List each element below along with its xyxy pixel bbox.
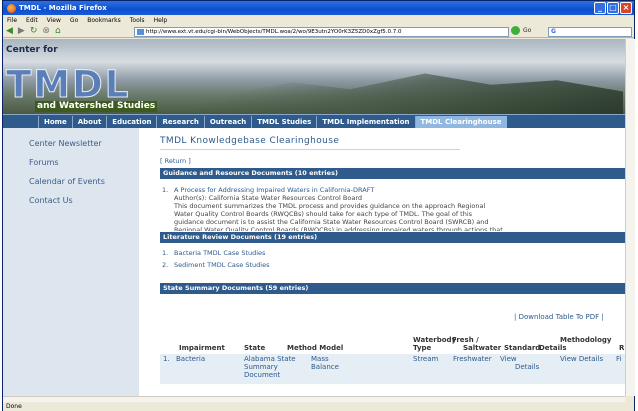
url-text: http://www.ext.vt.edu/cgi-bin/WebObjects…	[146, 29, 402, 35]
tmdl-logo[interactable]: TMDL	[5, 64, 130, 105]
sidebar-item-newsletter[interactable]: Center Newsletter	[29, 139, 102, 148]
close-button[interactable]: ×	[620, 2, 632, 14]
menu-view[interactable]: View	[47, 17, 61, 24]
sidebar-item-forums[interactable]: Forums	[29, 158, 59, 167]
header-impairment: Impairment	[179, 344, 225, 352]
nav-home[interactable]: Home	[38, 115, 72, 128]
page-content: Center for TMDL and Watershed Studies Ho…	[3, 39, 625, 396]
cell-waterbody: Stream	[413, 355, 439, 363]
menu-go[interactable]: Go	[70, 17, 78, 24]
cell-r[interactable]: Fi	[616, 355, 621, 363]
firefox-icon	[7, 3, 16, 13]
menu-file[interactable]: File	[7, 17, 17, 24]
cell-method-1: Mass	[311, 355, 329, 363]
reload-icon[interactable]: ↻	[30, 26, 38, 37]
forward-icon[interactable]: ▶	[18, 26, 25, 37]
header-methodology: Methodology	[560, 336, 612, 344]
nav-tmdl-clearinghouse[interactable]: TMDL Clearinghouse	[414, 115, 507, 128]
list-item-number: 1.	[162, 186, 169, 194]
header-method: Method Model	[287, 344, 344, 352]
stop-icon[interactable]: ⊗	[42, 26, 50, 37]
page-title: TMDL Knowledgebase Clearinghouse	[160, 136, 340, 146]
header-r: R	[619, 344, 625, 352]
maximize-button[interactable]: □	[607, 2, 619, 14]
menu-edit[interactable]: Edit	[26, 17, 38, 24]
left-sidebar: Center Newsletter Forums Calendar of Eve…	[3, 128, 139, 396]
page-icon	[137, 29, 144, 35]
window-title: TMDL - Mozilla Firefox	[19, 4, 107, 12]
back-icon[interactable]: ◀	[6, 26, 13, 37]
document-desc-2: Water Quality Control Boards (RWQCBs) sh…	[174, 210, 473, 218]
main-content: TMDL Knowledgebase Clearinghouse [ Retur…	[154, 128, 625, 396]
header-standard: Standard	[504, 344, 541, 352]
vertical-scrollbar[interactable]	[625, 39, 635, 396]
go-label: Go	[523, 27, 532, 34]
download-pdf-link[interactable]: | Download Table To PDF |	[514, 313, 604, 321]
section-header-state-summary[interactable]: State Summary Documents (59 entries)	[160, 283, 625, 294]
url-bar[interactable]: http://www.ext.vt.edu/cgi-bin/WebObjects…	[134, 27, 509, 37]
menu-tools[interactable]: Tools	[130, 17, 145, 24]
list-item-number: 2.	[162, 261, 169, 269]
top-navigation: Home About Education Research Outreach T…	[3, 114, 625, 128]
nav-research[interactable]: Research	[156, 115, 203, 128]
cell-impairment[interactable]: Bacteria	[176, 355, 205, 363]
menu-help[interactable]: Help	[154, 17, 168, 24]
logo-line1: Center for	[6, 45, 58, 55]
nav-outreach[interactable]: Outreach	[203, 115, 251, 128]
title-bar: TMDL - Mozilla Firefox _ □ ×	[3, 1, 634, 15]
header-waterbody: Waterbody	[413, 336, 457, 344]
document-author: Author(s): California State Water Resour…	[174, 194, 363, 202]
search-engine-icon: G	[551, 28, 556, 35]
go-button[interactable]: Go	[511, 26, 531, 35]
nav-tmdl-implementation[interactable]: TMDL Implementation	[316, 115, 414, 128]
go-icon	[511, 26, 520, 35]
nav-tmdl-studies[interactable]: TMDL Studies	[251, 115, 316, 128]
menu-bookmarks[interactable]: Bookmarks	[87, 17, 121, 24]
cell-method-2: Balance	[311, 363, 339, 371]
sidebar-item-contact[interactable]: Contact Us	[29, 196, 73, 205]
minimize-button[interactable]: _	[594, 2, 606, 14]
document-link[interactable]: Sediment TMDL Case Studies	[174, 261, 269, 269]
section-header-guidance[interactable]: Guidance and Resource Documents (10 entr…	[160, 168, 625, 179]
row-number: 1.	[163, 355, 170, 363]
cell-fresh: Freshwater	[453, 355, 492, 363]
home-icon[interactable]: ⌂	[55, 26, 61, 37]
status-text: Done	[6, 403, 22, 410]
document-desc-4: Regional Water Quality Control Boards (R…	[174, 226, 503, 231]
cell-state-2[interactable]: Summary	[244, 363, 278, 371]
document-link[interactable]: A Process for Addressing Impaired Waters…	[174, 186, 374, 194]
cell-state-3[interactable]: Document	[244, 371, 280, 379]
search-box[interactable]: G	[548, 27, 632, 37]
browser-window: TMDL - Mozilla Firefox _ □ × File Edit V…	[2, 0, 635, 411]
nav-about[interactable]: About	[71, 115, 107, 128]
document-desc-1: This document summarizes the TMDL proces…	[174, 202, 486, 210]
return-link[interactable]: [ Return ]	[160, 157, 191, 165]
header-type: Type	[413, 344, 432, 352]
menu-bar: File Edit View Go Bookmarks Tools Help	[3, 15, 634, 25]
document-desc-3: guidance document is to assist the Calif…	[174, 218, 489, 226]
header-saltwater: Saltwater	[463, 344, 502, 352]
title-underline	[160, 149, 460, 150]
table-row	[160, 354, 625, 384]
logo-subtitle: and Watershed Studies	[35, 101, 158, 112]
cell-state-1[interactable]: Alabama State	[244, 355, 296, 363]
cell-standard-2[interactable]: Details	[515, 363, 539, 371]
header-details: Details	[539, 344, 567, 352]
mountain-image	[183, 73, 623, 114]
nav-education[interactable]: Education	[106, 115, 156, 128]
cell-details[interactable]: View Details	[560, 355, 603, 363]
header-state: State	[244, 344, 266, 352]
cell-standard-1[interactable]: View	[500, 355, 517, 363]
section-header-literature[interactable]: Literature Review Documents (19 entries)	[160, 232, 625, 243]
sidebar-item-calendar[interactable]: Calendar of Events	[29, 177, 105, 186]
list-item-number: 1.	[162, 249, 169, 257]
status-bar: Done	[3, 402, 634, 411]
document-link[interactable]: Bacteria TMDL Case Studies	[174, 249, 265, 257]
header-fresh: Fresh /	[452, 336, 479, 344]
site-banner: Center for TMDL and Watershed Studies	[3, 39, 625, 114]
